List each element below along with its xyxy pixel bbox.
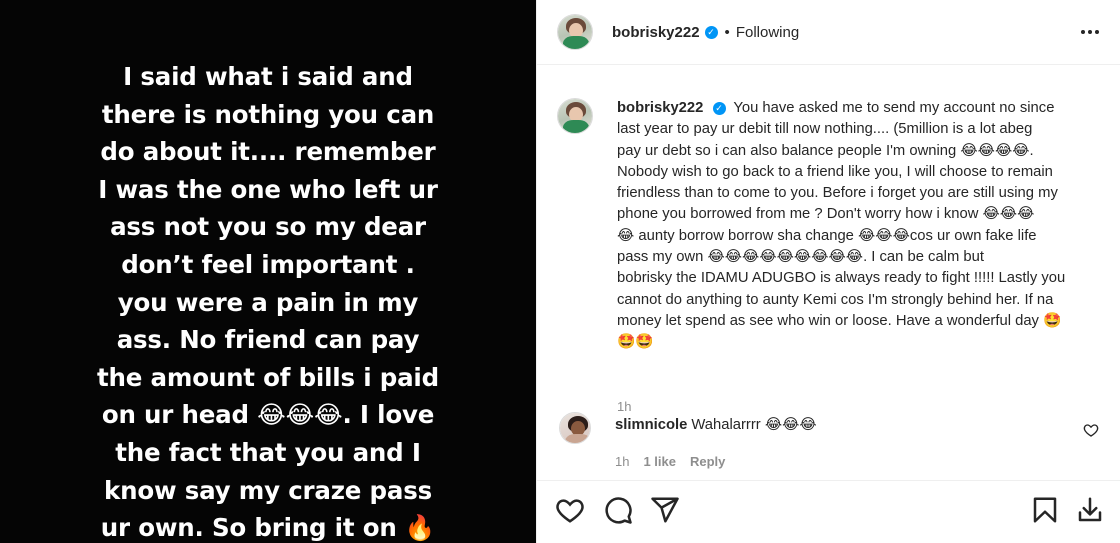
comment-likes[interactable]: 1 like [643,454,676,469]
story-text: I said what i said and there is nothing … [97,62,439,543]
post-header: bobrisky222 ✓ • Following [537,0,1120,65]
caption-body: bobrisky222 ✓ You have asked me to send … [617,98,1109,354]
comment-like-icon[interactable] [1083,422,1099,438]
story-image: I said what i said and there is nothing … [0,0,536,543]
commenter-username[interactable]: slimnicole [615,417,687,433]
heart-icon[interactable] [555,495,585,525]
comment-meta: 1h 1 like Reply [615,454,725,469]
following-button[interactable]: Following [736,24,799,41]
reply-button[interactable]: Reply [690,454,725,469]
caption-timestamp[interactable]: 1h [617,399,631,414]
header-separator: • [724,23,730,41]
action-bar [537,480,1120,543]
caption-username[interactable]: bobrisky222 [617,100,703,116]
comments-section: bobrisky222 ✓ You have asked me to send … [537,66,1120,480]
verified-badge-icon: ✓ [712,101,726,115]
post-panel: bobrisky222 ✓ • Following bobrisky222 ✓ … [536,0,1120,543]
comment-text: Wahalarrrr 😂😂😂 [691,417,817,433]
more-options-icon[interactable] [1078,20,1102,44]
comment-icon[interactable] [603,495,633,525]
caption-text: You have asked me to send my account no … [617,100,1066,351]
caption-avatar[interactable] [557,98,593,134]
bookmark-icon[interactable] [1030,495,1060,525]
author-username[interactable]: bobrisky222 [612,24,700,41]
post-viewer: I said what i said and there is nothing … [0,0,1120,543]
comment-timestamp[interactable]: 1h [615,454,629,469]
author-avatar[interactable] [557,14,593,50]
verified-badge-icon: ✓ [704,25,718,39]
comment-body: slimnicole Wahalarrrr 😂😂😂 [615,416,817,433]
share-icon[interactable] [650,495,680,525]
commenter-avatar[interactable] [559,412,591,444]
download-icon[interactable] [1075,495,1105,525]
